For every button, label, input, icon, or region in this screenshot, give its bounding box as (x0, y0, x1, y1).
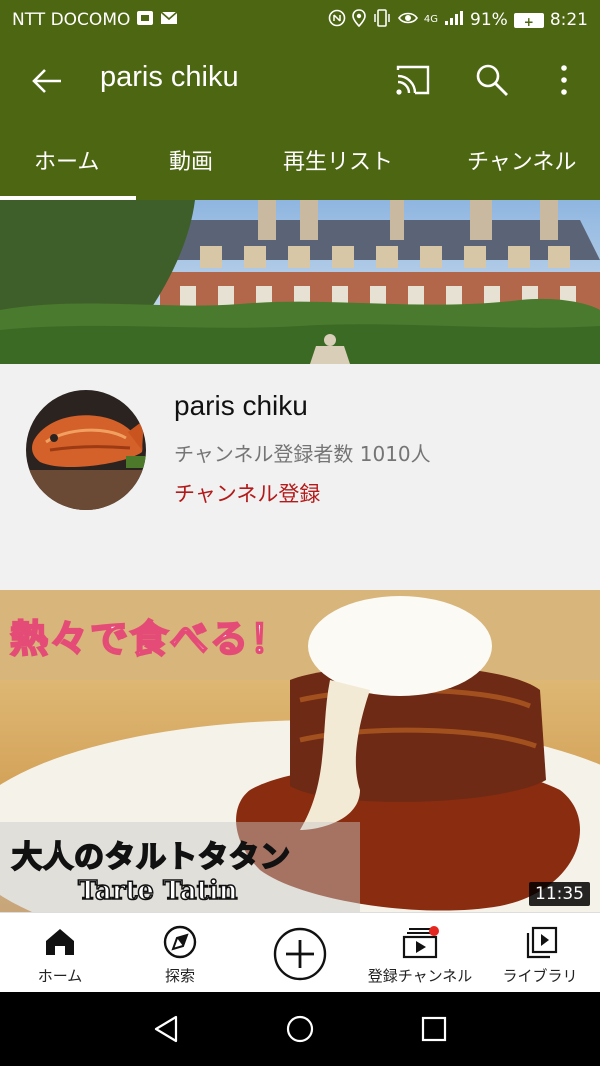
home-icon (40, 925, 80, 959)
nav-library[interactable]: ライブラリ (480, 913, 600, 993)
nav-explore-label: 探索 (164, 967, 195, 985)
subscriptions-icon (400, 925, 440, 959)
sim-icon (136, 10, 154, 31)
system-back-icon[interactable] (152, 1014, 182, 1048)
status-bar: NTT DOCOMO 4G 91% + 8:21 (0, 0, 600, 40)
vibrate-icon (372, 8, 392, 32)
back-arrow-icon[interactable] (30, 64, 64, 98)
library-icon (520, 925, 560, 959)
app-bar: paris chiku (0, 40, 600, 120)
app-title: paris chiku (100, 61, 239, 93)
signal-icon (444, 10, 464, 31)
tab-home[interactable]: ホーム (34, 144, 99, 176)
more-vert-icon[interactable] (546, 62, 582, 98)
nav-explore[interactable]: 探索 (120, 913, 240, 993)
system-home-icon[interactable] (285, 1014, 315, 1048)
video-duration: 11:35 (529, 882, 590, 906)
mail-icon (160, 10, 178, 30)
nav-subscriptions[interactable]: 登録チャンネル (360, 913, 480, 993)
nav-library-label: ライブラリ (502, 967, 578, 985)
channel-avatar[interactable] (26, 390, 146, 510)
tab-playlists[interactable]: 再生リスト (283, 144, 393, 176)
subscriber-count: チャンネル登録者数 1010人 (174, 442, 431, 466)
location-icon (352, 8, 366, 32)
thumbnail-caption-top: 熱々で食べる！ (9, 616, 291, 662)
nav-home-label: ホーム (37, 967, 83, 985)
create-icon (273, 927, 327, 985)
nfc-icon (328, 9, 346, 32)
clock: 8:21 (549, 10, 588, 30)
cast-icon[interactable] (395, 62, 431, 98)
nav-home[interactable]: ホーム (0, 913, 120, 993)
nav-subscriptions-label: 登録チャンネル (367, 967, 473, 985)
channel-name: paris chiku (174, 390, 308, 421)
thumbnail-title-jp: 大人のタルトタタン (11, 839, 291, 876)
thumbnail-title-en: Tarte Tatin (77, 875, 238, 907)
battery-percent: 91% (470, 10, 508, 30)
system-recents-icon[interactable] (419, 1014, 449, 1048)
channel-header: paris chiku チャンネル登録者数 1010人 チャンネル登録 (0, 364, 600, 590)
tab-channels[interactable]: チャンネル (467, 144, 576, 176)
tab-videos[interactable]: 動画 (169, 144, 213, 176)
battery-icon: + (513, 12, 544, 29)
bottom-navigation: ホーム 探索 登録チャンネル ライブラリ (0, 912, 600, 993)
nav-create[interactable] (240, 913, 360, 993)
carrier-label: NTT DOCOMO (12, 10, 131, 30)
explore-icon (160, 925, 200, 959)
network-type: 4G (423, 14, 439, 25)
search-icon[interactable] (474, 62, 510, 98)
featured-video-thumbnail[interactable]: 熱々で食べる！ 大人のタルトタタン Tarte Tatin 11:35 (0, 590, 600, 912)
eye-comfort-icon (397, 10, 418, 30)
channel-banner (0, 200, 600, 364)
channel-tabs: ホーム 動画 再生リスト チャンネル (0, 120, 600, 200)
subscribe-button[interactable]: チャンネル登録 (174, 478, 320, 508)
system-navigation-bar (0, 992, 600, 1066)
